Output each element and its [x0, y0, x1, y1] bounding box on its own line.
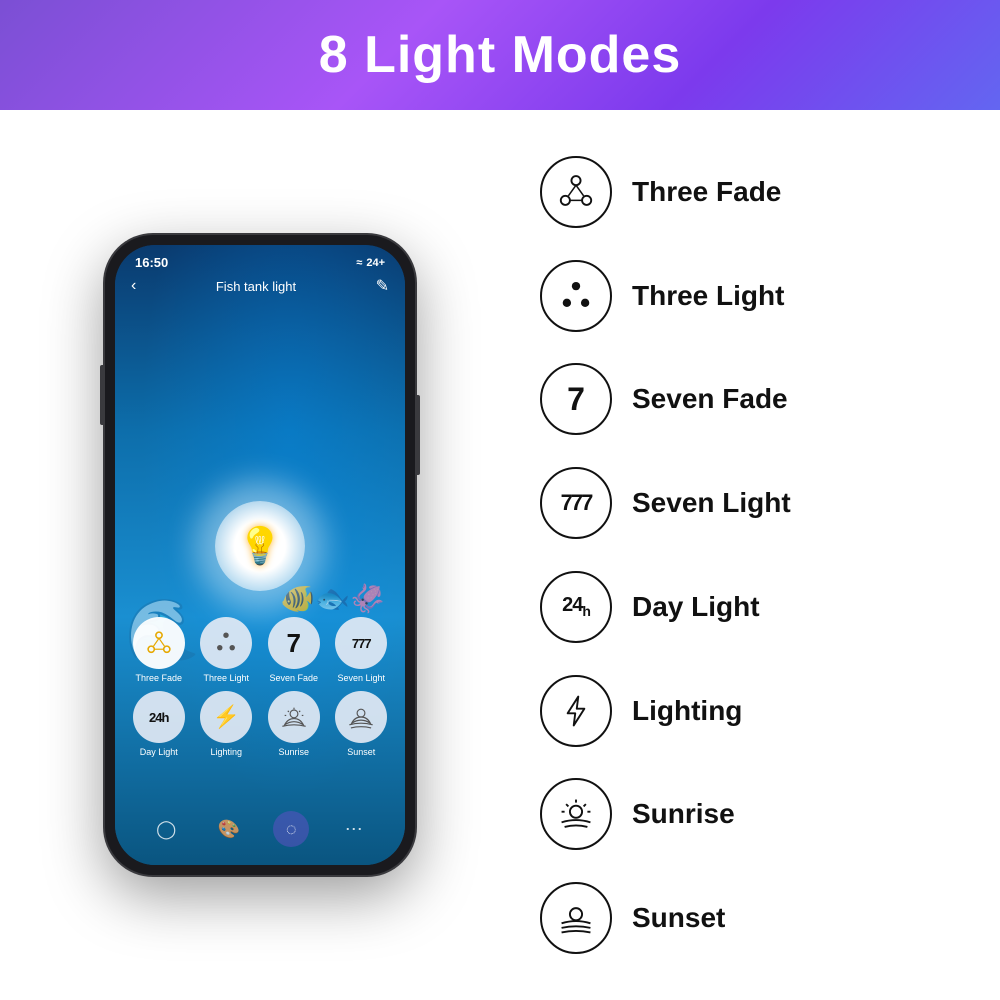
mode-name-sunset: Sunset: [632, 902, 725, 934]
icon-circle-three-light: [540, 260, 612, 332]
mode-btn-day-light[interactable]: 24h Day Light: [133, 691, 185, 757]
icon-circle-three-fade: [540, 156, 612, 228]
nav-more-icon[interactable]: ⋯: [336, 811, 372, 847]
nav-modes-icon[interactable]: ◌: [273, 811, 309, 847]
icon-circle-sunset: [540, 882, 612, 954]
mode-item-day-light: 24h Day Light: [540, 571, 950, 643]
mode-btn-sunset[interactable]: Sunset: [335, 691, 387, 757]
mode-name-lighting: Lighting: [632, 695, 742, 727]
mode-item-seven-light: 777 Seven Light: [540, 467, 950, 539]
modes-list-section: Three Fade Three Light 7 Seven Fade 77: [500, 130, 970, 980]
main-content: 16:50 ≈ 24+ ‹ Fish tank light ✎ 💡: [0, 110, 1000, 1000]
status-bar: 16:50 ≈ 24+: [115, 245, 405, 274]
mode-circle-sunrise: [268, 691, 320, 743]
modes-container: Three Fade Three Light: [115, 617, 405, 765]
phone-nav-bar: ‹ Fish tank light ✎: [115, 274, 405, 302]
status-icons: ≈ 24+: [356, 257, 385, 269]
center-mode-icon: 💡: [238, 525, 283, 567]
page-title: 8 Light Modes: [319, 25, 682, 85]
mode-label-lighting: Lighting: [210, 747, 242, 757]
phone-nav-title: Fish tank light: [216, 279, 296, 294]
mode-name-seven-fade: Seven Fade: [632, 383, 788, 415]
mode-btn-seven-light[interactable]: 777 Seven Light: [335, 617, 387, 683]
seven-fade-big-icon: 7: [567, 381, 585, 418]
lightning-icon-text: ⚡: [213, 704, 240, 730]
nav-home-icon[interactable]: ◯: [148, 811, 184, 847]
mode-label-seven-fade: Seven Fade: [269, 673, 318, 683]
mode-item-sunset: Sunset: [540, 882, 950, 954]
mode-circle-seven-fade: 7: [268, 617, 320, 669]
wifi-icon: ≈: [356, 257, 362, 269]
mode-label-day-light: Day Light: [140, 747, 178, 757]
mode-circle-day-light: 24h: [133, 691, 185, 743]
phone-section: 16:50 ≈ 24+ ‹ Fish tank light ✎ 💡: [20, 130, 500, 980]
nav-palette-icon[interactable]: 🎨: [211, 811, 247, 847]
icon-circle-day-light: 24h: [540, 571, 612, 643]
mode-circle-three-light: [200, 617, 252, 669]
mode-btn-three-fade[interactable]: Three Fade: [133, 617, 185, 683]
icon-circle-seven-light: 777: [540, 467, 612, 539]
mode-item-three-light: Three Light: [540, 260, 950, 332]
header: 8 Light Modes: [0, 0, 1000, 110]
mode-item-lighting: Lighting: [540, 675, 950, 747]
icon-circle-sunrise: [540, 778, 612, 850]
battery-icon: 24+: [366, 257, 385, 269]
mode-name-sunrise: Sunrise: [632, 798, 735, 830]
mode-item-seven-fade: 7 Seven Fade: [540, 363, 950, 435]
clock: 16:50: [135, 255, 168, 270]
phone-outer: 16:50 ≈ 24+ ‹ Fish tank light ✎ 💡: [105, 235, 415, 875]
mode-label-sunrise: Sunrise: [278, 747, 309, 757]
seven-light-big-icon: 777: [561, 490, 592, 516]
icon-circle-seven-fade: 7: [540, 363, 612, 435]
modes-row-1: Three Fade Three Light: [125, 617, 395, 683]
mode-name-three-light: Three Light: [632, 280, 784, 312]
day-light-big-icon: 24h: [562, 594, 590, 619]
mode-item-three-fade: Three Fade: [540, 156, 950, 228]
mode-name-three-fade: Three Fade: [632, 176, 781, 208]
seven-fade-icon-text: 7: [287, 628, 301, 659]
modes-row-2: 24h Day Light ⚡ Lighting: [125, 691, 395, 757]
mode-label-seven-light: Seven Light: [337, 673, 385, 683]
edit-icon[interactable]: ✎: [376, 276, 389, 296]
mode-label-sunset: Sunset: [347, 747, 375, 757]
mode-label-three-fade: Three Fade: [135, 673, 182, 683]
center-light: 💡: [215, 501, 305, 591]
mode-circle-seven-light: 777: [335, 617, 387, 669]
mode-circle-three-fade: [133, 617, 185, 669]
mode-name-seven-light: Seven Light: [632, 487, 791, 519]
mode-item-sunrise: Sunrise: [540, 778, 950, 850]
mode-label-three-light: Three Light: [203, 673, 249, 683]
back-icon[interactable]: ‹: [131, 277, 136, 295]
phone-bottom-nav: ◯ 🎨 ◌ ⋯: [115, 803, 405, 855]
seven-light-icon-text: 777: [352, 636, 371, 651]
mode-name-day-light: Day Light: [632, 591, 760, 623]
mode-btn-seven-fade[interactable]: 7 Seven Fade: [268, 617, 320, 683]
mode-btn-lighting[interactable]: ⚡ Lighting: [200, 691, 252, 757]
mode-circle-sunset: [335, 691, 387, 743]
phone-screen: 16:50 ≈ 24+ ‹ Fish tank light ✎ 💡: [115, 245, 405, 865]
day-light-icon-text: 24h: [149, 710, 168, 725]
mode-circle-lighting: ⚡: [200, 691, 252, 743]
mode-btn-sunrise[interactable]: Sunrise: [268, 691, 320, 757]
icon-circle-lighting: [540, 675, 612, 747]
mode-btn-three-light[interactable]: Three Light: [200, 617, 252, 683]
